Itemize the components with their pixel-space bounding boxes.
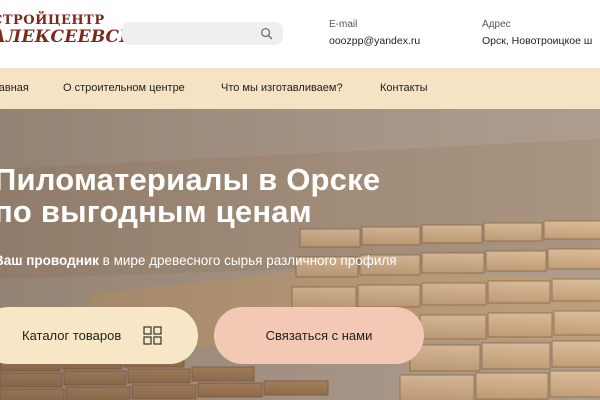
email-label: E-mail: [329, 19, 358, 30]
nav-item-about[interactable]: О строительном центре: [63, 82, 185, 94]
address-label: Адрес: [482, 19, 511, 30]
contact-us-button-label: Связаться с нами: [265, 328, 373, 343]
hero-subtitle-bold: Ваш проводник: [0, 253, 99, 268]
search-icon[interactable]: [260, 27, 273, 40]
nav-item-products[interactable]: Что мы изготавливаем?: [221, 82, 343, 94]
catalog-button-label: Каталог товаров: [22, 328, 122, 343]
hero-subtitle: Ваш проводник в мире древесного сырья ра…: [0, 253, 397, 268]
logo-line-2: АЛЕКСЕЕВСКИЙ: [0, 27, 168, 47]
search-input[interactable]: [130, 25, 255, 42]
contact-us-button[interactable]: Связаться с нами: [214, 307, 424, 364]
nav-item-home[interactable]: Главная: [0, 82, 29, 94]
address-block: Адрес Орск, Новотроицкое ш: [482, 19, 592, 47]
search-box: [122, 22, 283, 45]
hero-title-line-1: Пиломатериалы в Орске: [0, 162, 381, 197]
catalog-button[interactable]: Каталог товаров: [0, 307, 198, 364]
site-header: СТРОЙЦЕНТР АЛЕКСЕЕВСКИЙ E-mail ooozpp@ya…: [0, 0, 600, 68]
hero-subtitle-rest: в мире древесного сырья различного профи…: [98, 253, 397, 268]
nav-item-contacts[interactable]: Контакты: [380, 82, 428, 94]
grid-icon: [143, 326, 162, 345]
email-block: E-mail ooozpp@yandex.ru: [329, 19, 420, 47]
hero-section: Пиломатериалы в Орске по выгодным ценам …: [0, 109, 600, 400]
hero-title-line-2: по выгодным ценам: [0, 194, 312, 229]
address-value: Орск, Новотроицкое ш: [482, 35, 593, 47]
hero-title: Пиломатериалы в Орске по выгодным ценам: [0, 164, 380, 228]
main-nav: Главная О строительном центре Что мы изг…: [0, 68, 600, 109]
email-link[interactable]: ooozpp@yandex.ru: [329, 35, 420, 47]
logo[interactable]: СТРОЙЦЕНТР АЛЕКСЕЕВСКИЙ: [0, 13, 168, 47]
logo-line-1: СТРОЙЦЕНТР: [0, 13, 105, 28]
